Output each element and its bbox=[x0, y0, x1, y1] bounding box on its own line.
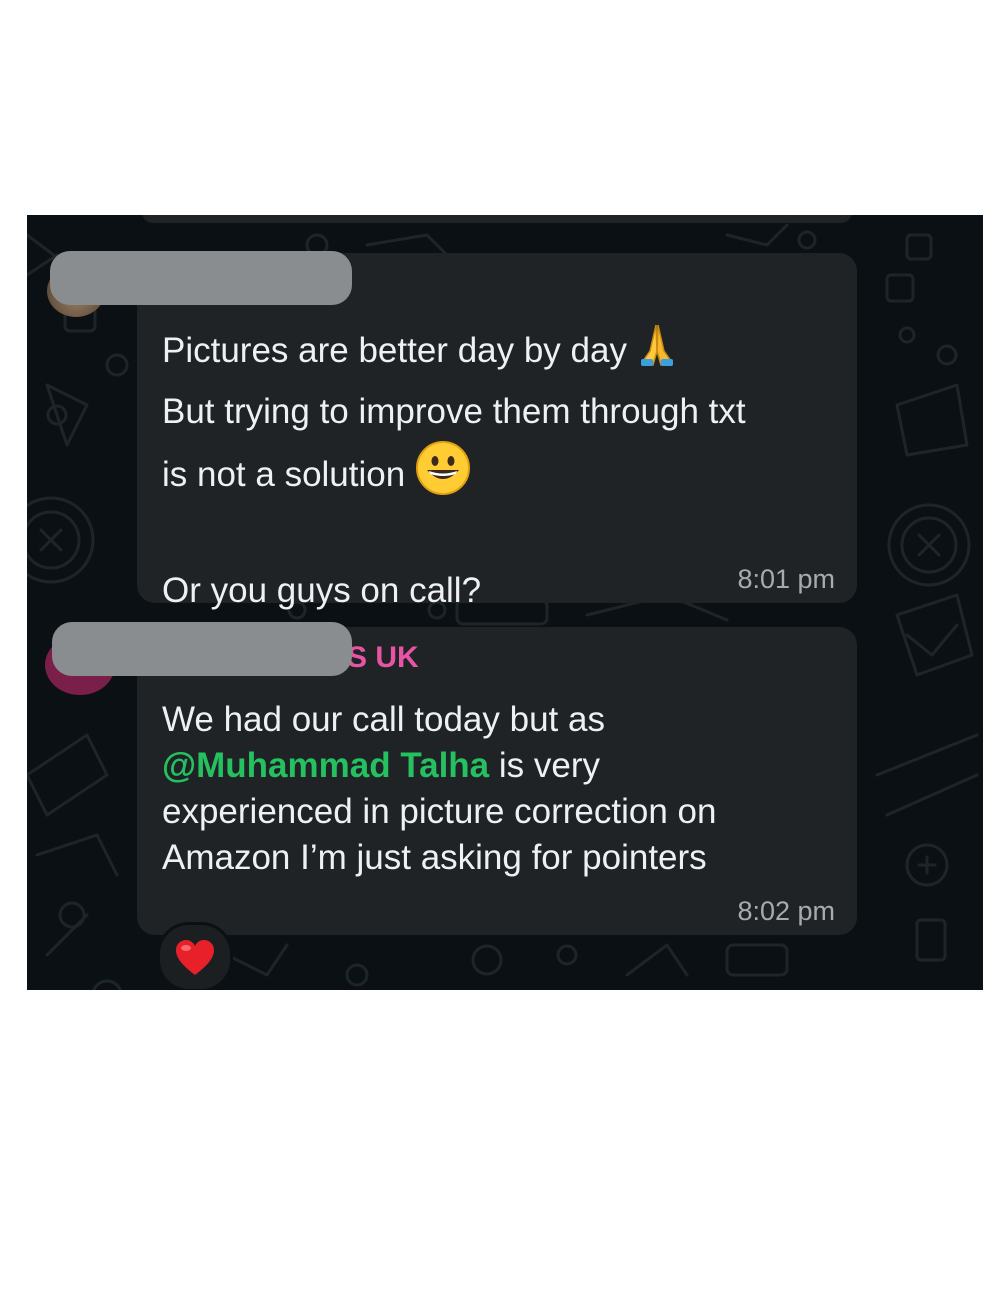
folded-hands-emoji-icon bbox=[637, 321, 677, 384]
message-line: Amazon I’m just asking for pointers bbox=[162, 838, 707, 877]
message-line: is not a solution bbox=[162, 454, 406, 494]
message-line: But trying to improve them through txt bbox=[162, 392, 746, 431]
redacted-sender-name bbox=[52, 622, 352, 676]
message-timestamp: 8:01 pm bbox=[737, 564, 835, 594]
message-line: Or you guys on call? bbox=[162, 571, 482, 610]
red-heart-emoji-icon bbox=[176, 940, 214, 975]
redacted-sender-name bbox=[50, 251, 352, 305]
message-text: Pictures are better day by day But tryin… bbox=[162, 321, 746, 619]
reaction-badge[interactable] bbox=[157, 922, 233, 990]
chat-window: Pictures are better day by day But tryin… bbox=[27, 215, 983, 990]
user-mention-link[interactable]: @Muhammad Talha bbox=[162, 746, 489, 785]
grinning-face-emoji-icon bbox=[415, 440, 471, 513]
message-line: We had our call today but as bbox=[162, 700, 605, 739]
message-text: We had our call today but as @Muhammad T… bbox=[162, 697, 716, 881]
sender-name[interactable]: S UK bbox=[347, 641, 419, 675]
message-timestamp: 8:02 pm bbox=[737, 896, 835, 926]
message-line: is very bbox=[489, 746, 600, 785]
message-line: Pictures are better day by day bbox=[162, 330, 627, 370]
previous-message-bubble-edge bbox=[142, 215, 852, 223]
message-bubble[interactable]: Pictures are better day by day But tryin… bbox=[137, 253, 857, 610]
message-line: experienced in picture correction on bbox=[162, 792, 717, 831]
